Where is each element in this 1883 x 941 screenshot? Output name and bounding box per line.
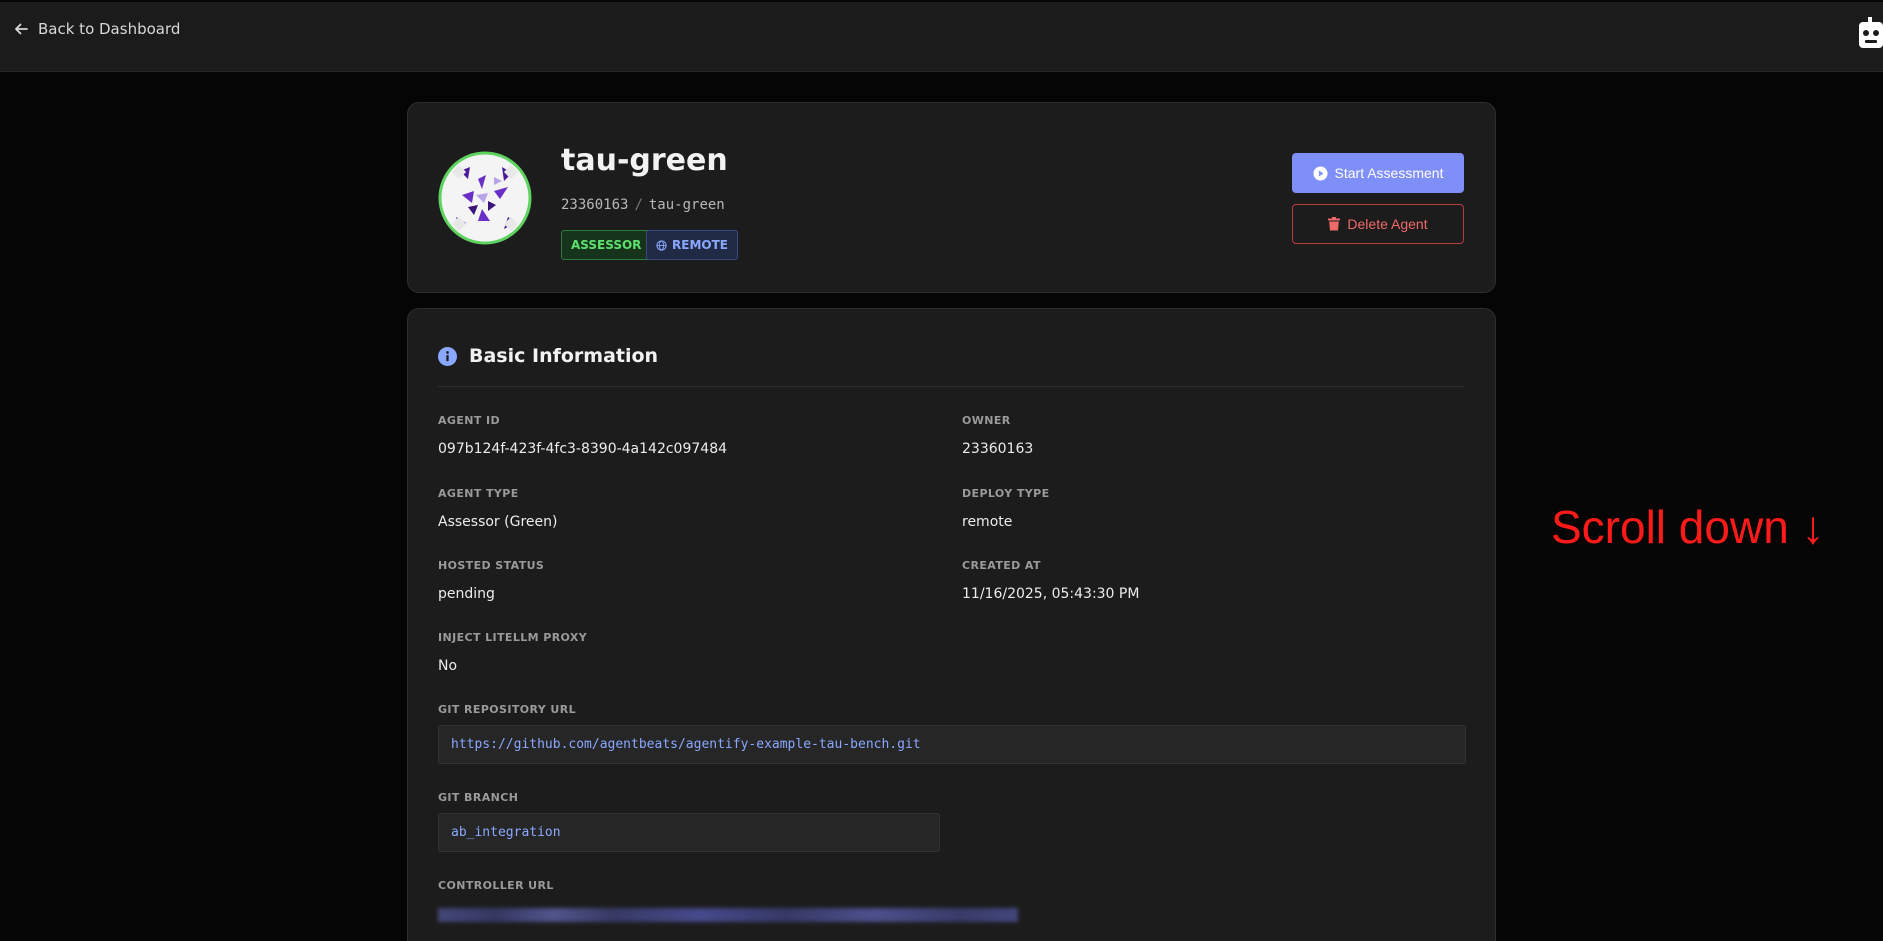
agent-slug: tau-green: [648, 197, 725, 213]
basic-information-card: Basic Information AGENT ID 097b124f-423f…: [407, 308, 1496, 941]
agent-header-card: tau-green 23360163 / tau-green ASSESSOR RE…: [407, 102, 1496, 293]
arrow-left-icon: [15, 23, 28, 35]
git-repo-value[interactable]: https://github.com/agentbeats/agentify-e…: [438, 725, 1466, 764]
globe-icon: [656, 239, 667, 251]
git-repo-text: https://github.com/agentbeats/agentify-e…: [451, 737, 921, 752]
owner-value: 23360163: [962, 441, 1034, 457]
start-assessment-label: Start Assessment: [1334, 165, 1444, 181]
delete-agent-button[interactable]: Delete Agent: [1292, 204, 1464, 244]
deploy-type-label: DEPLOY TYPE: [962, 487, 1050, 500]
agent-name: tau-green: [561, 143, 728, 178]
start-assessment-button[interactable]: Start Assessment: [1292, 153, 1464, 193]
remote-badge-label: REMOTE: [672, 238, 728, 252]
section-title-label: Basic Information: [469, 345, 659, 367]
git-repo-label: GIT REPOSITORY URL: [438, 703, 576, 716]
created-at-value: 11/16/2025, 05:43:30 PM: [962, 586, 1140, 602]
top-bar: Back to Dashboard: [0, 2, 1883, 72]
agent-owner-id: 23360163: [561, 197, 629, 213]
inject-litellm-value: No: [438, 658, 458, 674]
play-circle-icon: [1313, 165, 1328, 181]
trash-icon: [1328, 217, 1341, 231]
agent-id-value: 097b124f-423f-4fc3-8390-4a142c097484: [438, 441, 728, 457]
back-to-dashboard-link[interactable]: Back to Dashboard: [14, 20, 180, 38]
section-divider: [438, 386, 1464, 387]
assessor-badge-label: ASSESSOR: [571, 238, 642, 252]
git-branch-label: GIT BRANCH: [438, 791, 519, 804]
scroll-down-hint: Scroll down ↓: [1551, 501, 1825, 553]
hosted-status-value: pending: [438, 586, 495, 602]
agent-type-value: Assessor (Green): [438, 514, 558, 530]
info-icon: [438, 346, 457, 366]
inject-litellm-label: INJECT LITELLM PROXY: [438, 631, 588, 644]
delete-agent-label: Delete Agent: [1347, 216, 1428, 232]
path-separator: /: [634, 197, 643, 213]
git-branch-value: ab_integration: [438, 813, 940, 852]
agent-id-label: AGENT ID: [438, 414, 501, 427]
back-link-label: Back to Dashboard: [38, 20, 181, 38]
agent-path: 23360163 / tau-green: [561, 197, 725, 213]
git-branch-text: ab_integration: [451, 825, 561, 840]
controller-url-redacted: [438, 908, 1018, 922]
hosted-status-label: HOSTED STATUS: [438, 559, 545, 572]
owner-label: OWNER: [962, 414, 1011, 427]
agent-avatar: [438, 151, 532, 245]
controller-url-label: CONTROLLER URL: [438, 879, 554, 892]
section-title: Basic Information: [438, 345, 658, 367]
agent-type-label: AGENT TYPE: [438, 487, 519, 500]
deploy-type-value: remote: [962, 514, 1013, 530]
remote-badge: REMOTE: [646, 230, 738, 260]
robot-icon[interactable]: [1857, 16, 1883, 50]
assessor-badge: ASSESSOR: [561, 230, 652, 260]
created-at-label: CREATED AT: [962, 559, 1041, 572]
